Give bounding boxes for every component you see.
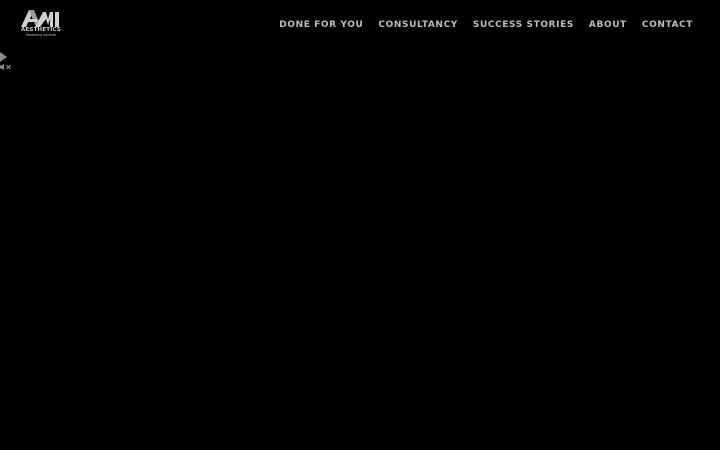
page: AESTHETICS Marketing Institute DONE FOR … (0, 0, 720, 450)
nav-done-for-you[interactable]: DONE FOR YOU (279, 19, 363, 31)
site-header: AESTHETICS Marketing Institute DONE FOR … (0, 0, 720, 50)
nav-about[interactable]: ABOUT (589, 19, 627, 31)
speaker-muted-icon[interactable] (0, 63, 12, 71)
ami-logo-mark-icon (21, 10, 59, 27)
video-controls (0, 52, 14, 72)
main-nav: DONE FOR YOU CONSULTANCY SUCCESS STORIES… (279, 19, 693, 31)
nav-success-stories[interactable]: SUCCESS STORIES (473, 19, 574, 31)
logo-tagline: Marketing Institute (25, 33, 57, 37)
site-logo[interactable]: AESTHETICS Marketing Institute (20, 10, 62, 38)
nav-contact[interactable]: CONTACT (642, 19, 693, 31)
play-icon[interactable] (0, 52, 7, 62)
nav-consultancy[interactable]: CONSULTANCY (378, 19, 457, 31)
